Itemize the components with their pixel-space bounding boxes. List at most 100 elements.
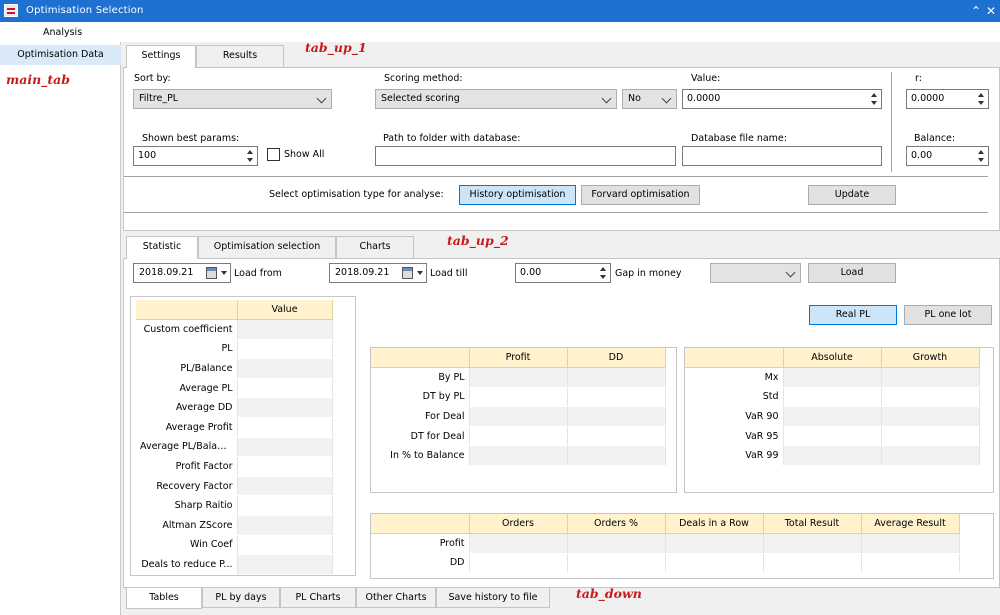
pair-select[interactable] [710, 263, 801, 283]
path-input[interactable] [375, 146, 676, 166]
table-cell[interactable] [763, 553, 862, 574]
table-cell[interactable] [237, 319, 333, 340]
r-stepper[interactable]: 0.0000 [906, 89, 989, 109]
table-cell[interactable] [237, 437, 333, 458]
table-cell[interactable] [237, 495, 333, 517]
balance-stepper[interactable]: 0.00 [906, 146, 989, 166]
tab-settings[interactable]: Settings [126, 45, 196, 68]
table-cell[interactable] [881, 367, 980, 388]
tab-pl-charts[interactable]: PL Charts [280, 588, 356, 608]
table-cell[interactable] [237, 417, 333, 438]
table-cell[interactable] [469, 445, 568, 467]
tab-other-charts[interactable]: Other Charts [356, 588, 436, 608]
chevron-down-icon [221, 271, 227, 275]
gap-stepper[interactable]: 0.00 [515, 263, 611, 283]
table-cell[interactable] [469, 406, 568, 427]
spin-icon[interactable] [978, 92, 986, 106]
table-cell[interactable] [567, 367, 666, 388]
table-header: DD [567, 348, 666, 369]
table-cell[interactable] [237, 515, 333, 536]
table-cell[interactable] [783, 387, 882, 408]
row-label: Sharp Raitio [136, 495, 238, 517]
table-cell[interactable] [665, 553, 764, 574]
history-optimisation-button[interactable]: History optimisation [459, 185, 576, 205]
date-from-value: 2018.09.21 [139, 267, 194, 278]
tab-charts[interactable]: Charts [336, 236, 414, 258]
table-cell[interactable] [237, 358, 333, 379]
chevron-up-icon[interactable]: ⌃ [968, 3, 984, 19]
scoring-method-select[interactable]: Selected scoring [375, 89, 617, 109]
table-cell[interactable] [567, 387, 666, 408]
shown-best-params-stepper[interactable]: 100 [133, 146, 258, 166]
table-cell[interactable] [237, 554, 333, 575]
forward-optimisation-button[interactable]: Forvard optimisation [581, 185, 700, 205]
table-cell[interactable] [881, 387, 980, 408]
table-row: Profit Factor [136, 456, 333, 477]
table-cell[interactable] [237, 456, 333, 477]
spin-icon[interactable] [871, 92, 879, 106]
table-cell[interactable] [763, 533, 862, 554]
table-cell[interactable] [237, 476, 333, 497]
table-cell[interactable] [783, 406, 882, 427]
table-cell[interactable] [861, 533, 960, 554]
table-cell[interactable] [783, 426, 882, 447]
table-header: Total Result [763, 514, 862, 535]
spin-icon[interactable] [247, 149, 255, 163]
table-cell[interactable] [567, 445, 666, 467]
table-cell[interactable] [567, 406, 666, 427]
table-cell[interactable] [469, 533, 568, 554]
tab-pl-by-days[interactable]: PL by days [202, 588, 280, 608]
table-cell[interactable] [469, 553, 568, 574]
table-cell[interactable] [469, 387, 568, 408]
no-select[interactable]: No [622, 89, 677, 109]
table-cell[interactable] [783, 445, 882, 467]
table-corner [371, 348, 470, 369]
tab-results[interactable]: Results [196, 45, 284, 67]
table-cell[interactable] [237, 378, 333, 399]
scoring-method-value: Selected scoring [381, 93, 460, 104]
date-from-picker[interactable]: 2018.09.21 [133, 263, 231, 283]
tab-optimisation-selection[interactable]: Optimisation selection [198, 236, 336, 258]
calendar-icon[interactable] [402, 267, 413, 279]
table-cell[interactable] [881, 445, 980, 467]
tab-save-history[interactable]: Save history to file [436, 588, 550, 608]
tab-tables[interactable]: Tables [126, 588, 202, 609]
gap-input: 0.00 [520, 267, 542, 278]
table-cell[interactable] [665, 533, 764, 554]
calendar-icon[interactable] [206, 267, 217, 279]
table-cell[interactable] [567, 553, 666, 574]
table-cell[interactable] [783, 367, 882, 388]
show-all-checkbox[interactable] [267, 148, 280, 161]
spin-icon[interactable] [978, 149, 986, 163]
real-pl-button[interactable]: Real PL [809, 305, 897, 325]
left-item-optimisation-data[interactable]: Optimisation Data [0, 45, 121, 65]
show-all-label[interactable]: Show All [284, 149, 324, 160]
table-cell[interactable] [881, 426, 980, 447]
database-file-input[interactable] [682, 146, 882, 166]
table-corner [685, 348, 784, 369]
spin-icon[interactable] [600, 266, 608, 280]
close-icon[interactable]: ✕ [983, 3, 999, 19]
table-header: Absolute [783, 348, 882, 369]
table-cell[interactable] [237, 397, 333, 419]
date-till-picker[interactable]: 2018.09.21 [329, 263, 427, 283]
load-button[interactable]: Load [808, 263, 896, 283]
table-cell[interactable] [469, 426, 568, 447]
update-button[interactable]: Update [808, 185, 896, 205]
table-cell[interactable] [237, 339, 333, 360]
table-cell[interactable] [567, 533, 666, 554]
table-header: Profit [469, 348, 568, 369]
table-cell[interactable] [567, 426, 666, 447]
table-row: DD [371, 553, 960, 574]
row-label: VaR 90 [685, 406, 784, 427]
table-cell[interactable] [237, 535, 333, 556]
row-label: Profit Factor [136, 456, 238, 477]
menu-analysis[interactable]: Analysis [43, 27, 82, 38]
value-stepper[interactable]: 0.0000 [682, 89, 882, 109]
pl-one-lot-button[interactable]: PL one lot [904, 305, 992, 325]
table-cell[interactable] [881, 406, 980, 427]
table-cell[interactable] [861, 553, 960, 574]
table-cell[interactable] [469, 367, 568, 388]
sort-by-select[interactable]: Filtre_PL [133, 89, 332, 109]
tab-statistic[interactable]: Statistic [126, 236, 198, 259]
